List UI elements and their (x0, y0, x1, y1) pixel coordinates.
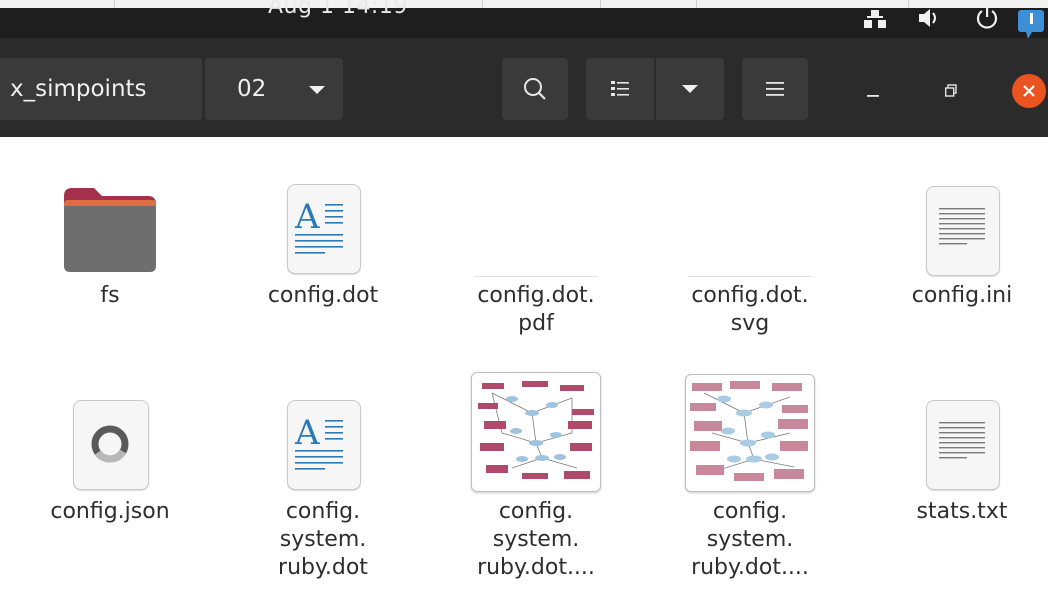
file-item-config-ini[interactable]: config.ini (882, 182, 1042, 310)
file-name: config. system. ruby.dot.... (477, 499, 595, 580)
file-name: config.ini (911, 283, 1013, 308)
folder-icon (30, 182, 190, 282)
blank-preview-icon (456, 182, 616, 282)
file-name: fs (100, 283, 120, 308)
file-item-config-system-ruby-dot-pdf[interactable]: config. system. ruby.dot.... (456, 372, 616, 582)
search-button[interactable] (502, 58, 568, 120)
chevron-down-icon (682, 85, 698, 93)
plain-text-icon (882, 398, 1042, 498)
plain-text-icon (882, 182, 1042, 282)
top-bar-strip (0, 0, 1048, 8)
list-view-button[interactable] (586, 58, 654, 120)
path-segment-label: x_simpoints (10, 76, 147, 102)
close-button[interactable] (1012, 74, 1046, 108)
file-item-config-dot[interactable]: A config.dot (243, 182, 403, 310)
file-item-config-system-ruby-dot[interactable]: A config. system. ruby.dot (243, 398, 403, 582)
file-name: config.dot. pdf (477, 283, 595, 336)
file-item-fs[interactable]: fs (30, 182, 190, 310)
hamburger-menu-icon (766, 82, 784, 96)
file-name: config.json (50, 499, 170, 524)
path-segment-parent[interactable]: x_simpoints (0, 58, 202, 120)
header-bar: x_simpoints 02 (0, 38, 1048, 137)
maximize-button[interactable] (936, 76, 966, 106)
file-name: config. system. ruby.dot.... (691, 499, 809, 580)
path-segment-label: 02 (237, 76, 267, 102)
file-item-config-dot-svg[interactable]: config.dot. svg (670, 182, 830, 338)
file-item-config-system-ruby-dot-svg[interactable]: config. system. ruby.dot.... (670, 372, 830, 582)
maximize-icon (945, 84, 957, 97)
blank-preview-icon (670, 182, 830, 282)
svg-text:A: A (294, 197, 320, 237)
chevron-down-icon (309, 86, 325, 94)
clock[interactable]: Aug 1 14:19 (268, 0, 408, 19)
text-document-icon: A (243, 398, 403, 498)
file-item-config-json[interactable]: config.json (30, 398, 190, 526)
list-view-icon (611, 81, 629, 96)
search-icon (524, 78, 546, 100)
network-icon[interactable] (862, 2, 888, 32)
menu-button[interactable] (742, 58, 808, 120)
file-name: config. system. ruby.dot (278, 499, 368, 580)
file-name: config.dot. svg (691, 283, 809, 336)
file-item-config-dot-pdf[interactable]: config.dot. pdf (456, 182, 616, 338)
view-options-button[interactable] (656, 58, 724, 120)
notification-icon[interactable] (1016, 2, 1044, 39)
file-name: config.dot (267, 283, 379, 308)
minimize-button[interactable] (858, 76, 888, 106)
text-document-icon: A (243, 182, 403, 282)
json-file-icon (30, 398, 190, 498)
minimize-icon (867, 95, 879, 97)
svg-text:A: A (294, 413, 320, 453)
path-segment-current[interactable]: 02 (205, 58, 343, 120)
graph-thumbnail-icon (456, 372, 616, 498)
top-bar: Aug 1 14:19 (0, 0, 1048, 39)
power-icon[interactable] (974, 2, 1000, 32)
file-name: stats.txt (916, 499, 1008, 524)
volume-icon[interactable] (916, 2, 942, 32)
graph-thumbnail-icon (670, 372, 830, 498)
close-icon (1023, 85, 1035, 97)
file-item-stats-txt[interactable]: stats.txt (882, 398, 1042, 526)
